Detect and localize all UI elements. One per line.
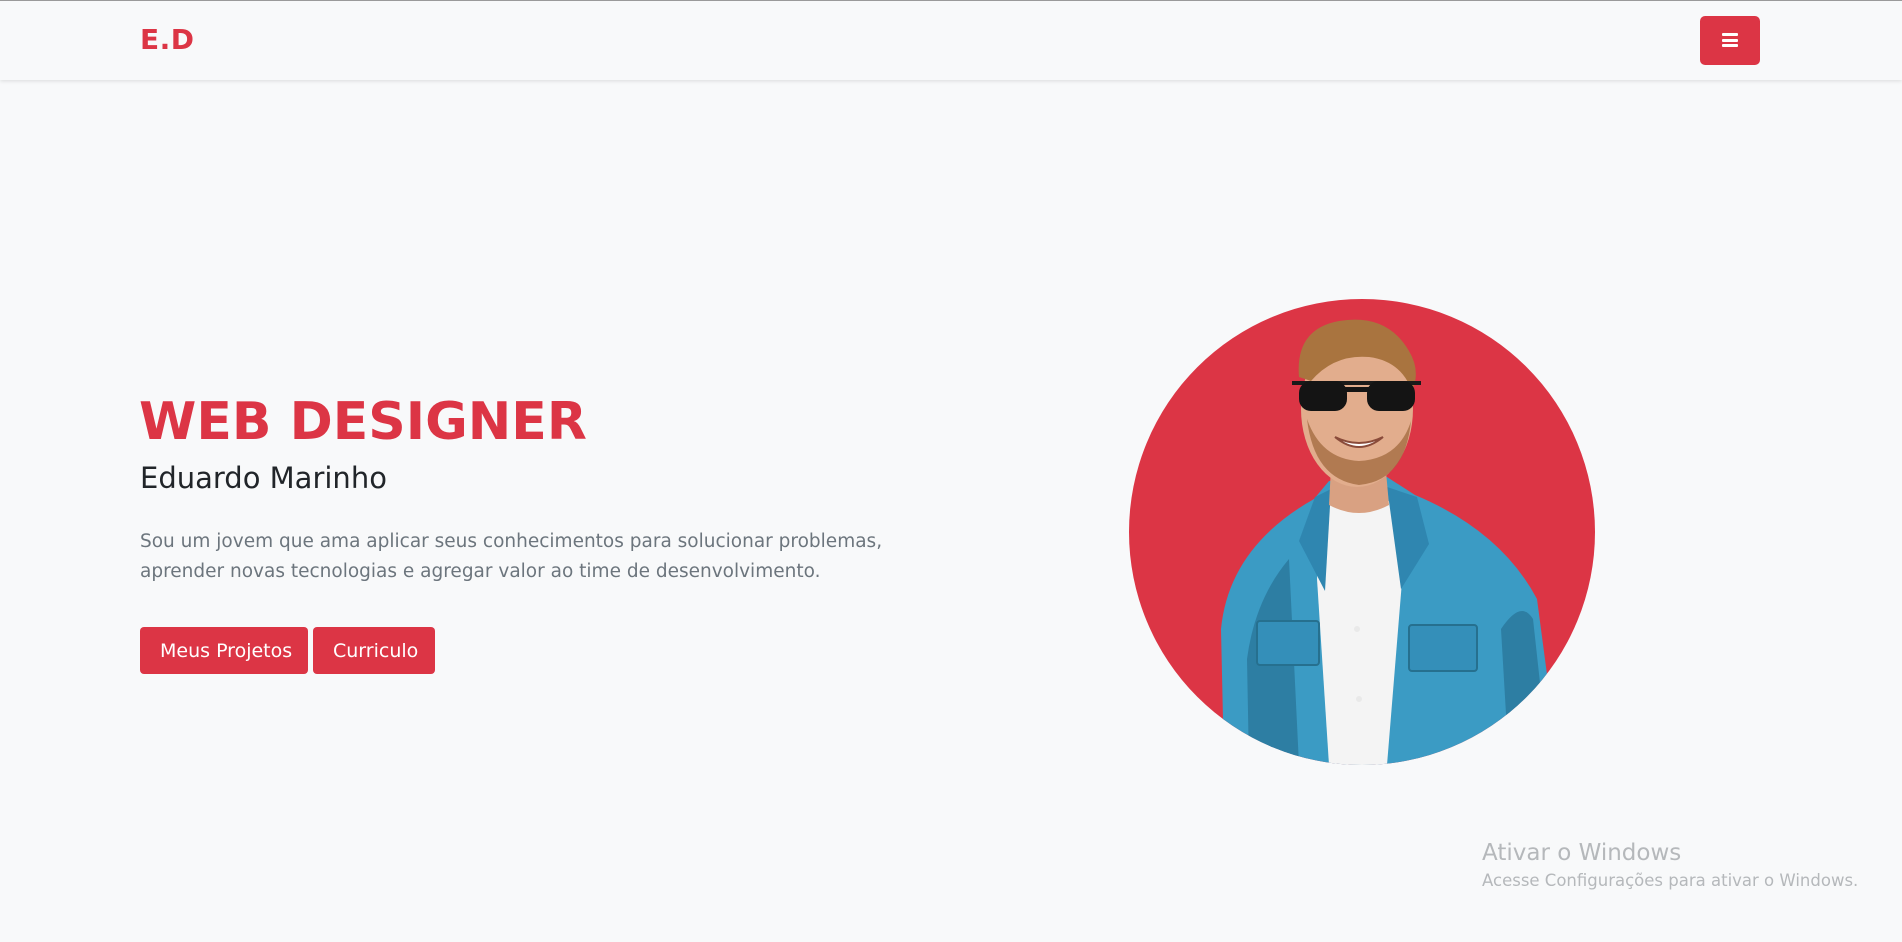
navbar: E.D xyxy=(0,0,1902,80)
watermark-title: Ativar o Windows xyxy=(1482,840,1682,866)
hero-title: WEB DESIGNER xyxy=(139,392,587,452)
my-projects-button[interactable]: Meus Projetos xyxy=(140,627,308,674)
hero-description: Sou um jovem que ama aplicar seus conhec… xyxy=(140,531,883,582)
curriculum-button[interactable]: Curriculo xyxy=(313,627,435,674)
brand-logo[interactable]: E.D xyxy=(140,23,195,56)
profile-portrait xyxy=(1129,299,1595,765)
hero-name: Eduardo Marinho xyxy=(140,461,387,495)
menu-toggle-button[interactable] xyxy=(1700,16,1760,65)
hamburger-menu-icon xyxy=(1722,33,1738,47)
windows-activation-watermark: Ativar o Windows Acesse Configurações pa… xyxy=(1482,838,1858,894)
watermark-subtitle: Acesse Configurações para ativar o Windo… xyxy=(1482,871,1859,890)
